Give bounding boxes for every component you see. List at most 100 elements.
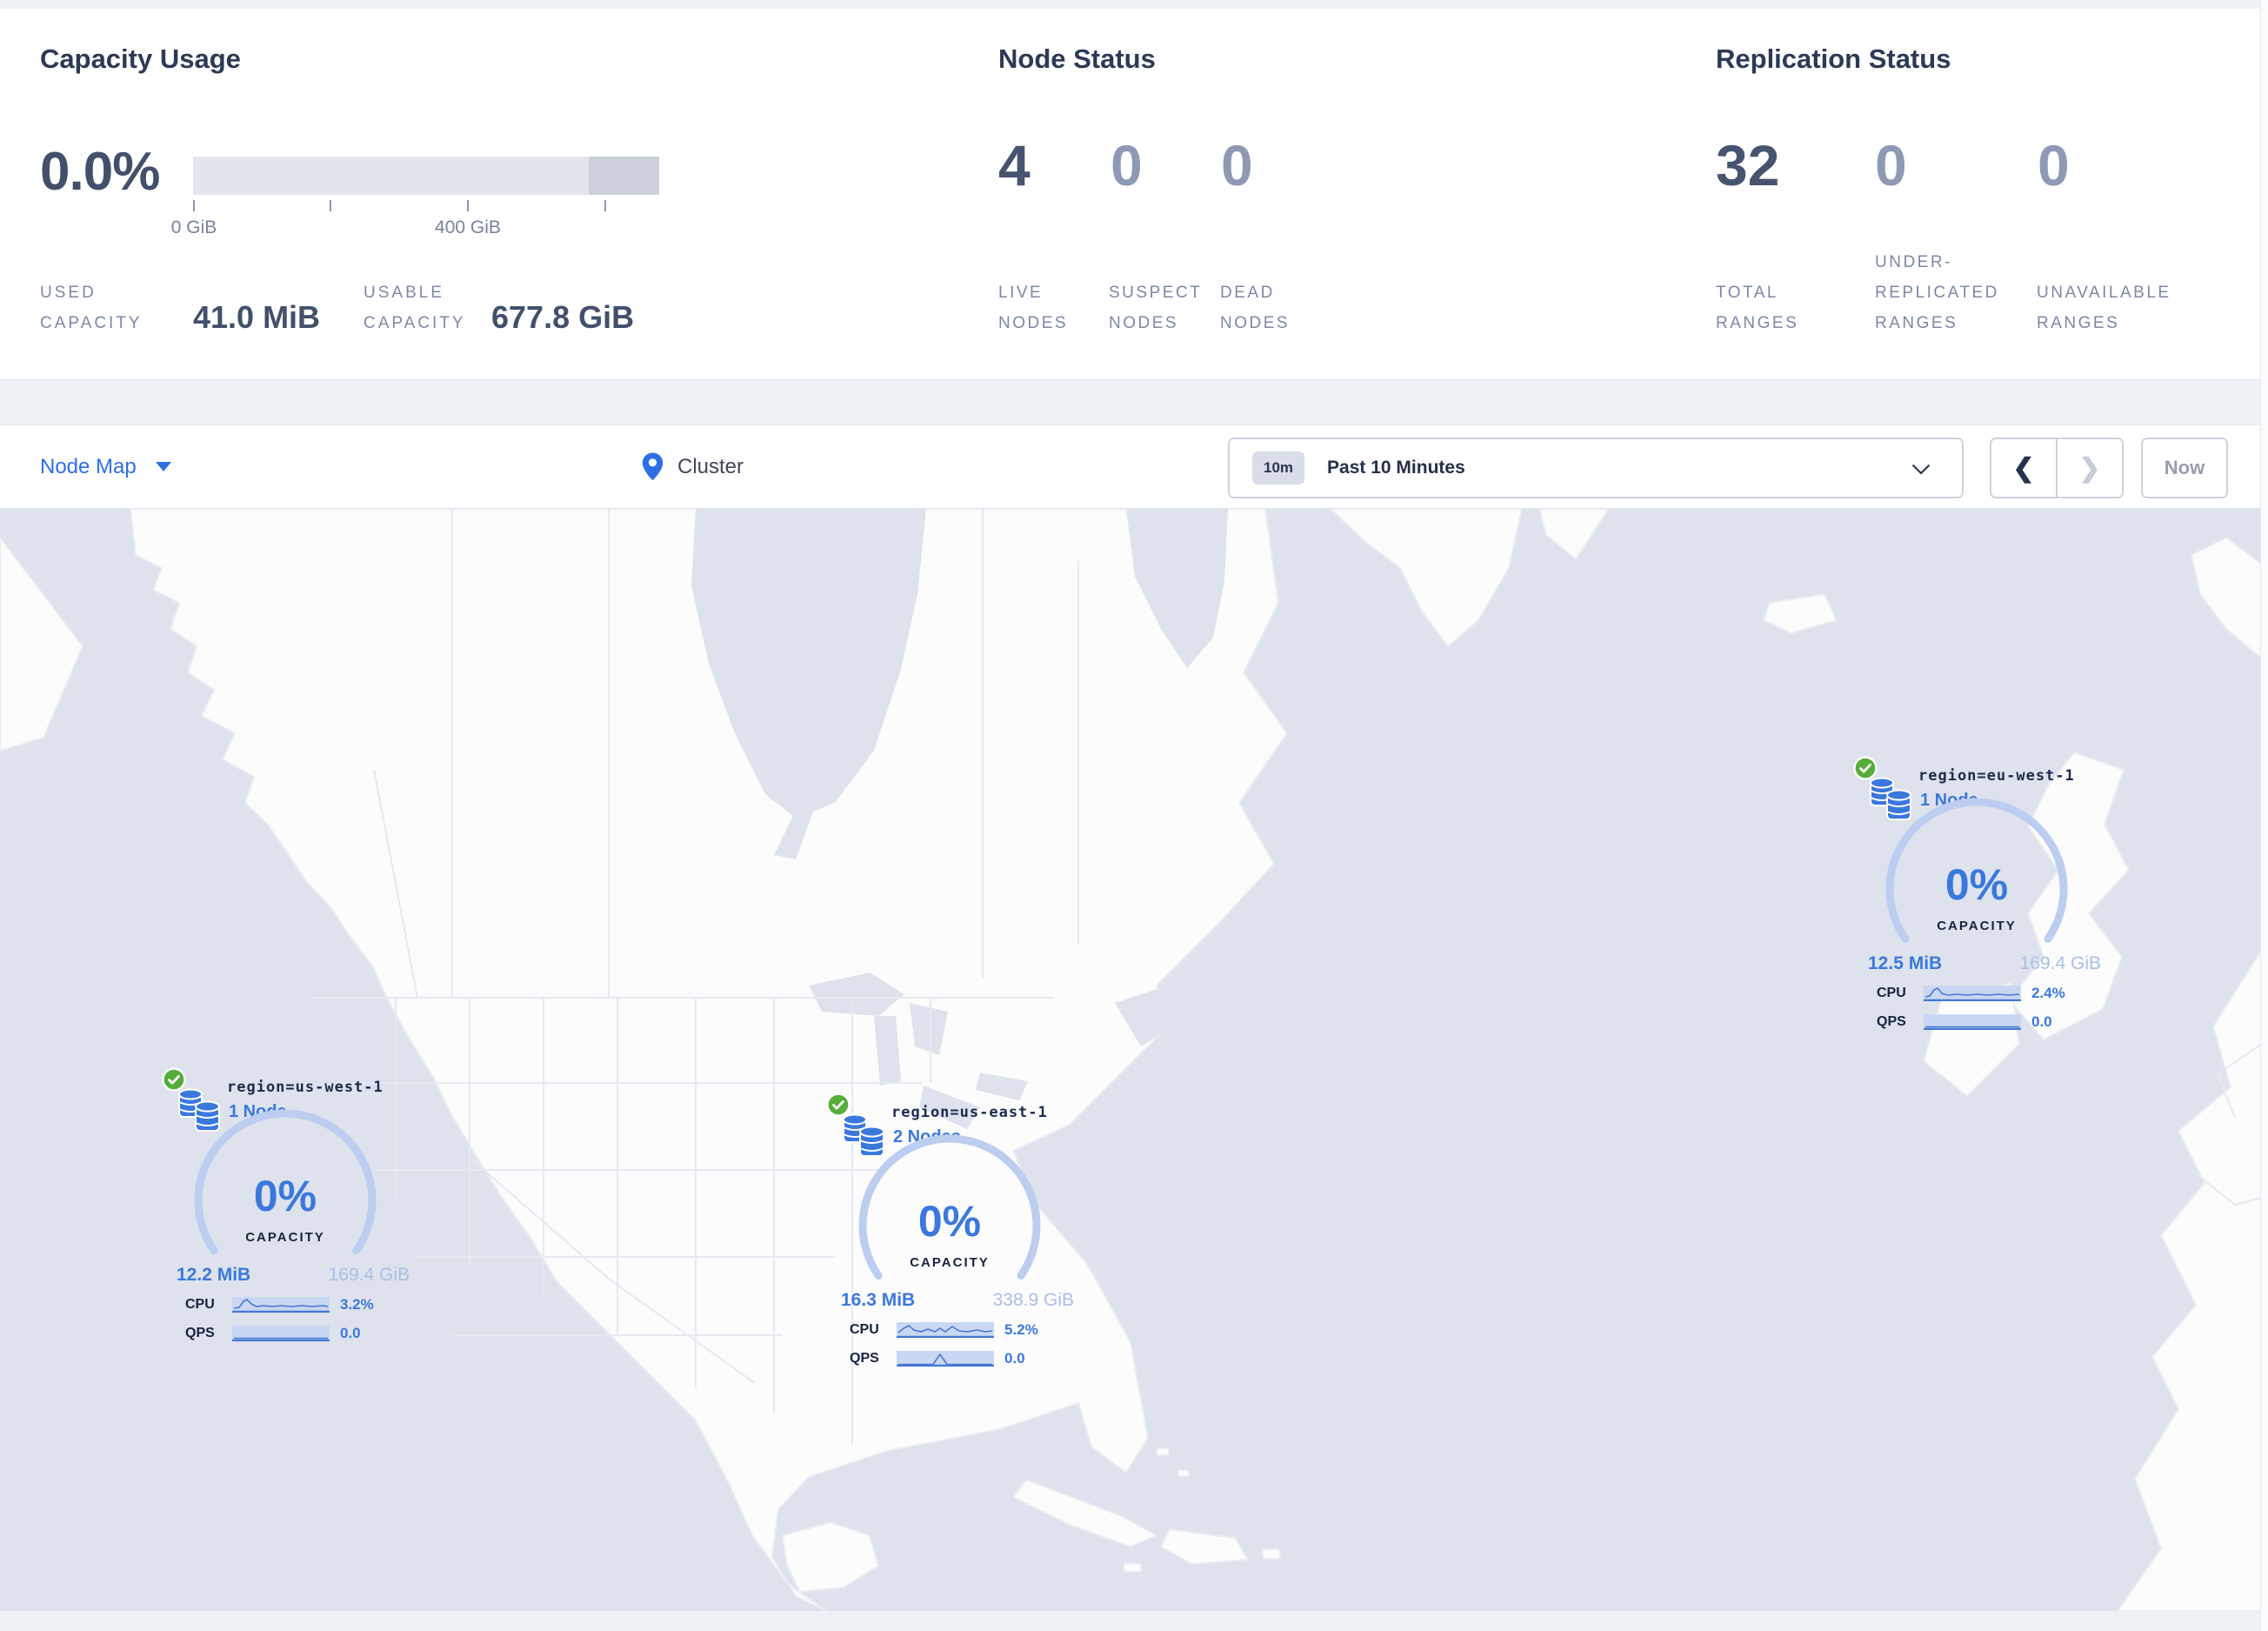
view-selector-dropdown[interactable]: Node Map xyxy=(40,425,171,508)
usable-capacity-value: 677.8 GiB xyxy=(491,299,635,335)
map-landmass xyxy=(1763,593,1838,634)
region-used-capacity: 12.2 MiB xyxy=(177,1265,251,1285)
map-landmass xyxy=(0,537,83,752)
region-marker-us-east-1[interactable]: region=us-east-1 2 Nodes 0% CAPACITY 16.… xyxy=(825,1092,1086,1383)
region-capacity-percent: 0% xyxy=(917,1197,982,1246)
unavailable-ranges-label: UNAVAILABLE RANGES xyxy=(2037,284,2171,332)
map-toolbar: Node Map Cluster 10m Past 10 Minutes ❮ ❯ xyxy=(0,424,2268,509)
region-capacity-values: 12.2 MiB 169.4 GiB xyxy=(177,1265,410,1286)
region-capacity-label: CAPACITY xyxy=(1937,919,2017,933)
breadcrumb-label: Cluster xyxy=(677,454,744,478)
now-button[interactable]: Now xyxy=(2141,438,2228,498)
region-capacity-values: 16.3 MiB 338.9 GiB xyxy=(841,1290,1074,1311)
gauge-tick xyxy=(330,200,331,211)
map-landmass xyxy=(1262,1548,1281,1560)
gauge-tick xyxy=(604,200,606,211)
region-locality-label: region=us-east-1 xyxy=(891,1104,1048,1121)
gauge-tick xyxy=(467,200,469,211)
qps-sparkline xyxy=(1924,1014,2021,1030)
world-map xyxy=(0,509,2268,1611)
map-landmass xyxy=(130,509,1288,1611)
region-capacity-label: CAPACITY xyxy=(245,1230,325,1245)
capacity-gauge-bar xyxy=(193,157,659,195)
cpu-label: CPU xyxy=(185,1297,215,1312)
view-selector-label: Node Map xyxy=(40,454,137,478)
qps-label: QPS xyxy=(850,1351,879,1366)
capacity-usage-title: Capacity Usage xyxy=(40,43,241,74)
map-pin-icon xyxy=(642,452,664,481)
cpu-sparkline xyxy=(897,1322,994,1338)
map-landmass xyxy=(1012,1479,1157,1547)
time-window-label: Past 10 Minutes xyxy=(1327,458,1465,478)
cpu-label: CPU xyxy=(850,1322,879,1337)
region-locality-label: region=eu-west-1 xyxy=(1918,767,2075,785)
region-qps-row: QPS 0.0 xyxy=(850,1349,1072,1368)
cpu-value: 5.2% xyxy=(1004,1321,1038,1338)
qps-label: QPS xyxy=(1877,1014,1906,1029)
chevron-right-icon: ❯ xyxy=(2078,453,2101,483)
cpu-sparkline xyxy=(1924,986,2021,1001)
qps-sparkline xyxy=(232,1326,330,1341)
cpu-value: 3.2% xyxy=(340,1296,374,1313)
region-cpu-row: CPU 2.4% xyxy=(1877,984,2099,1003)
region-used-capacity: 16.3 MiB xyxy=(841,1290,916,1310)
time-next-button[interactable]: ❯ xyxy=(2058,439,2122,497)
qps-value: 0.0 xyxy=(2031,1013,2052,1030)
map-landmass xyxy=(1156,1447,1170,1456)
total-ranges-count: 32 xyxy=(1716,133,1780,197)
unavailable-ranges-count: 0 xyxy=(2038,133,2070,197)
region-qps-row: QPS 0.0 xyxy=(185,1324,408,1343)
suspect-nodes-count: 0 xyxy=(1111,133,1143,197)
region-used-capacity: 12.5 MiB xyxy=(1868,953,1943,973)
region-qps-row: QPS 0.0 xyxy=(1877,1013,2099,1032)
region-marker-eu-west-1[interactable]: region=eu-west-1 1 Node 0% CAPACITY 12.5… xyxy=(1852,755,2113,1046)
cpu-label: CPU xyxy=(1877,986,1906,1000)
cpu-sparkline xyxy=(232,1297,330,1313)
region-capacity-label: CAPACITY xyxy=(910,1255,990,1270)
scrollbar-gutter xyxy=(2260,0,2268,1631)
dead-nodes-count: 0 xyxy=(1221,133,1253,197)
map-landmass xyxy=(1123,1562,1142,1573)
time-window-badge: 10m xyxy=(1252,451,1305,485)
chevron-left-icon: ❮ xyxy=(2012,453,2035,483)
used-capacity-label: USED CAPACITY xyxy=(40,284,143,332)
capacity-gauge: 0 GiB 400 GiB xyxy=(171,157,659,252)
node-map: region=us-west-1 1 Node 0% CAPACITY 12.2… xyxy=(0,509,2268,1611)
qps-value: 0.0 xyxy=(1004,1350,1025,1367)
qps-sparkline xyxy=(897,1351,994,1367)
map-landmass xyxy=(2117,939,2268,1611)
map-landmass xyxy=(1330,509,1523,647)
total-ranges-label: TOTAL RANGES xyxy=(1716,284,1799,332)
caret-down-icon xyxy=(155,462,171,471)
region-total-capacity: 169.4 GiB xyxy=(328,1265,410,1285)
time-window-pager: ❮ ❯ xyxy=(1990,438,2124,498)
region-marker-us-west-1[interactable]: region=us-west-1 1 Node 0% CAPACITY 12.2… xyxy=(161,1066,422,1358)
time-window-select[interactable]: 10m Past 10 Minutes xyxy=(1228,438,1964,498)
region-capacity-percent: 0% xyxy=(1944,860,2009,909)
dead-nodes-label: DEAD NODES xyxy=(1220,284,1291,332)
capacity-used-percent: 0.0% xyxy=(40,142,160,202)
map-landmass xyxy=(1177,1469,1190,1477)
suspect-nodes-label: SUSPECT NODES xyxy=(1109,284,1203,332)
qps-label: QPS xyxy=(185,1326,215,1340)
region-capacity-percent: 0% xyxy=(253,1172,317,1220)
live-nodes-label: LIVE NODES xyxy=(998,284,1069,332)
under-replicated-ranges-count: 0 xyxy=(1875,133,1907,197)
breadcrumb[interactable]: Cluster xyxy=(642,425,744,508)
region-locality-label: region=us-west-1 xyxy=(227,1079,384,1096)
cluster-overview-page: Capacity Usage 0.0% 0 GiB 400 GiB USED C… xyxy=(0,0,2268,1631)
map-landmass xyxy=(2191,537,2268,665)
used-capacity-value: 41.0 MiB xyxy=(193,299,321,335)
map-landmass xyxy=(1160,1528,1249,1565)
time-prev-button[interactable]: ❮ xyxy=(1991,439,2058,497)
node-status-title: Node Status xyxy=(998,43,1156,74)
capacity-gauge-nonusable-segment xyxy=(589,157,659,195)
region-total-capacity: 338.9 GiB xyxy=(992,1290,1074,1310)
region-capacity-values: 12.5 MiB 169.4 GiB xyxy=(1868,953,2101,974)
map-landmass xyxy=(1538,509,1610,560)
under-replicated-ranges-label: UNDER- REPLICATED RANGES xyxy=(1875,253,1999,332)
cpu-value: 2.4% xyxy=(2031,985,2065,1001)
gauge-tick-label: 400 GiB xyxy=(435,217,501,237)
map-landmass xyxy=(782,1521,879,1593)
cluster-summary-panel: Capacity Usage 0.0% 0 GiB 400 GiB USED C… xyxy=(0,9,2268,380)
